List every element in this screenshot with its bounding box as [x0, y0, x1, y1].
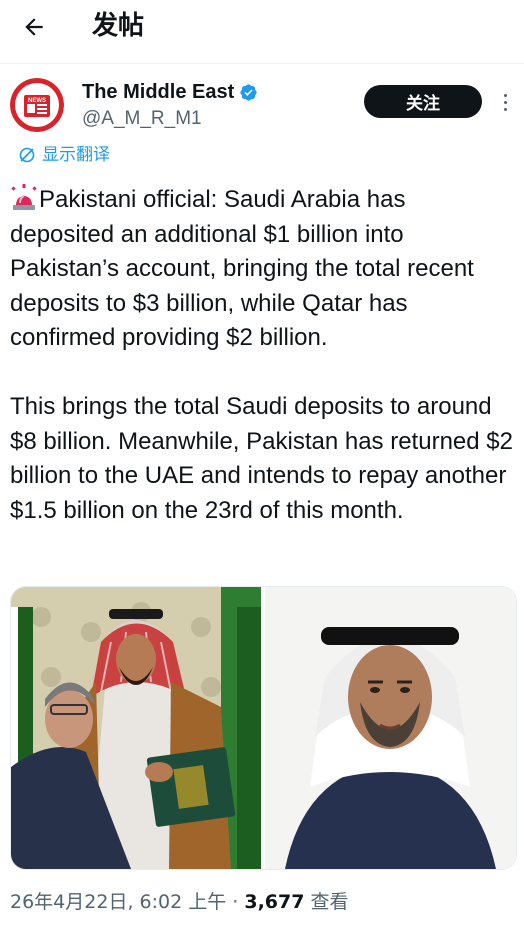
verified-badge-icon	[240, 83, 257, 101]
translate-icon	[19, 147, 35, 163]
back-button[interactable]	[16, 9, 52, 45]
post-paragraph-2: This brings the total Saudi deposits to …	[10, 393, 520, 524]
avatar-logo-text: NEWS	[28, 98, 46, 104]
follow-button[interactable]: 关注	[364, 85, 482, 118]
arrow-left-icon	[25, 18, 43, 36]
header-divider	[0, 63, 524, 64]
top-bar: 发帖	[0, 0, 524, 56]
photo-man-in-white-headscarf[interactable]	[265, 587, 516, 869]
author-name[interactable]: The Middle East	[82, 79, 258, 105]
media-gallery	[10, 586, 517, 870]
more-vertical-icon[interactable]	[496, 88, 514, 116]
siren-emoji-icon	[11, 184, 37, 210]
page-title: 发帖	[92, 11, 145, 41]
avatar[interactable]: NEWS	[10, 78, 64, 132]
news-logo-icon: NEWS	[10, 78, 64, 132]
photo-two-officials-holding-documents[interactable]	[11, 587, 261, 869]
author-handle[interactable]: @A_M_R_M1	[82, 107, 202, 131]
post-meta: 26年4月22日, 6:02 上午 · 3,677 查看	[10, 889, 349, 915]
author-name-text: The Middle East	[82, 81, 235, 103]
post-datetime[interactable]: 26年4月22日, 6:02 上午 ·	[10, 891, 244, 913]
show-translation-link[interactable]: 显示翻译	[18, 143, 110, 167]
view-count: 3,677	[244, 891, 305, 913]
view-label: 查看	[304, 891, 349, 913]
post-text: Pakistani official: Saudi Arabia has dep…	[10, 183, 516, 528]
post-paragraph-1: Pakistani official: Saudi Arabia has dep…	[10, 186, 481, 351]
show-translation-label: 显示翻译	[42, 145, 110, 165]
